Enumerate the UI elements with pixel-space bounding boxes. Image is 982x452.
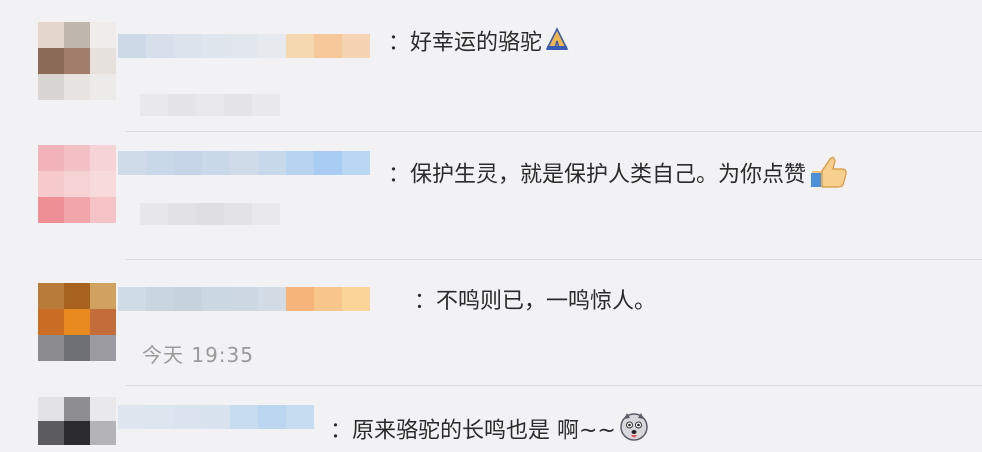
username[interactable] <box>118 287 370 311</box>
thumbs-up-icon <box>808 153 848 198</box>
comment-text: ：不鸣则已，一鸣惊人。 <box>414 289 657 314</box>
user-level-badge <box>140 94 280 116</box>
avatar[interactable] <box>38 397 116 445</box>
username[interactable] <box>118 34 370 58</box>
comment-item: ：保护生灵，就是保护人类自己。为你点赞 <box>0 131 982 259</box>
username[interactable] <box>118 151 370 175</box>
timestamp: 今天 19:35 <box>142 343 254 367</box>
folded-hands-icon <box>544 27 570 60</box>
avatar[interactable] <box>38 22 116 100</box>
comment-item: ：原来骆驼的长鸣也是 啊~~ <box>0 385 982 445</box>
comment-text: ：保护生灵，就是保护人类自己。为你点赞 <box>388 153 848 198</box>
comment-text: ：原来骆驼的长鸣也是 啊~~ <box>330 411 650 452</box>
comment-item: ：好幸运的骆驼 <box>0 0 982 130</box>
husky-face-icon <box>618 411 650 452</box>
user-level-badge <box>140 203 280 225</box>
comment-item: ：不鸣则已，一鸣惊人。 今天 19:35 <box>0 259 982 385</box>
comment-text: ：好幸运的骆驼 <box>388 27 570 60</box>
avatar[interactable] <box>38 145 116 223</box>
avatar[interactable] <box>38 283 116 361</box>
username[interactable] <box>118 405 314 429</box>
